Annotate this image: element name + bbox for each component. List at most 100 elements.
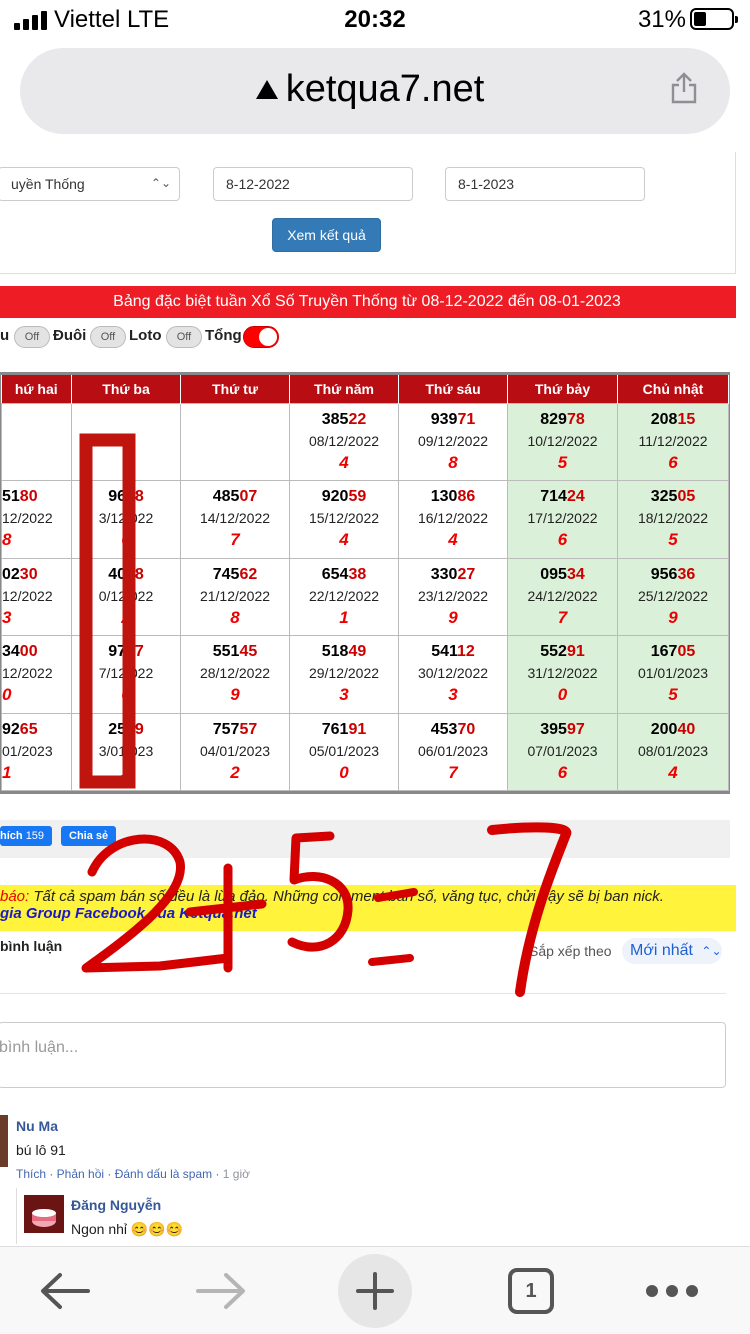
like-button[interactable]: hích 159	[0, 826, 53, 846]
share-icon[interactable]	[670, 72, 698, 104]
result-date: 11/12/2022	[638, 432, 708, 449]
header-wednesday: Thứ tư	[180, 375, 290, 403]
result-cell: 09534 24/12/2022 7	[507, 557, 618, 636]
comment-action-links[interactable]: Thích · Phản hồi · Đánh dấu là spam ·	[16, 1167, 223, 1181]
result-date: 3/01 023	[98, 742, 154, 759]
number-head: 92	[2, 720, 20, 738]
result-number: 55145	[181, 642, 289, 662]
avatar[interactable]	[0, 1115, 8, 1167]
toggle-dau[interactable]: Off	[14, 326, 50, 348]
toggle-duoi[interactable]: Off	[90, 326, 126, 348]
result-date: 01/2023	[2, 742, 53, 759]
result-cell: 55291 31/12/2022 0	[507, 635, 618, 714]
tabs-button[interactable]: 1	[508, 1268, 554, 1314]
result-date: 05/01/2023	[308, 742, 380, 759]
notice-prefix: báo:	[0, 888, 30, 905]
result-number: 9777	[72, 642, 180, 662]
plus-icon	[356, 1272, 394, 1310]
table-row: 38522 08/12/2022 4 93971 09/12/2022 8 82978 10/…	[1, 402, 729, 481]
number-tail: 71	[457, 410, 476, 428]
result-sum: 7	[230, 530, 240, 550]
like-count: 159	[25, 830, 45, 842]
number-head: 167	[650, 643, 678, 661]
number-tail: 62	[239, 565, 258, 583]
result-date: 18/12/2022	[637, 510, 709, 527]
result-number: 74562	[181, 565, 289, 585]
number-tail: 97	[566, 720, 585, 738]
comment-count: bình luận	[0, 938, 63, 954]
result-sum: 3	[448, 685, 458, 705]
header-sunday: Chủ nhật	[617, 375, 729, 403]
sort-select[interactable]: Mới nhất ⌃⌄	[622, 938, 722, 964]
result-sum: 9	[668, 607, 678, 627]
result-cell: 3400 12/2022 0	[1, 635, 72, 714]
result-date: 04/01/2023	[199, 742, 271, 759]
number-head: 095	[540, 565, 567, 583]
number-tail: 05	[677, 643, 696, 661]
number-tail: 05	[677, 488, 696, 506]
result-number: 51849	[290, 642, 398, 662]
number-head: 939	[430, 410, 458, 428]
battery-icon	[690, 8, 738, 30]
back-arrow-icon[interactable]	[38, 1271, 92, 1311]
result-sum: 8	[230, 607, 240, 627]
toggle-tong[interactable]	[243, 326, 279, 348]
result-number: 5180	[2, 487, 71, 507]
toggle-label-tong: Tổng	[205, 327, 242, 344]
header-thursday: Thứ năm	[289, 375, 399, 403]
result-number: 9668	[72, 487, 180, 507]
new-tab-button[interactable]	[338, 1254, 412, 1328]
more-icon[interactable]	[644, 1281, 700, 1301]
number-tail: 8	[134, 488, 144, 506]
result-date: 24/12/2022	[527, 587, 598, 604]
to-date-input[interactable]: 8-1-2023	[445, 167, 645, 201]
address-bar[interactable]: ketqua7.net	[20, 48, 730, 134]
toggle-row: u Off Đuôi Off Loto Off Tổng	[0, 322, 750, 352]
result-number: 82978	[508, 410, 617, 430]
lottery-type-select[interactable]: uyền Thống ⌃⌄	[0, 167, 180, 201]
number-tail: 45	[239, 643, 258, 661]
notice-message: Tất cả spam bán số đều là lừa đảo. Những…	[29, 888, 664, 905]
result-sum: 6	[557, 530, 568, 550]
results-table: hứ hai Thứ ba Thứ tư Thứ năm Thứ sáu Thứ…	[1, 375, 729, 791]
result-cell: 51849 29/12/2022 3	[289, 635, 399, 714]
view-results-button[interactable]: Xem kết quả	[272, 218, 381, 252]
comment-input[interactable]: bình luận...	[0, 1022, 726, 1088]
comment-time: 1 giờ	[222, 1167, 250, 1181]
result-date: 31/12/2022	[527, 665, 598, 682]
number-head: 714	[540, 488, 567, 506]
result-date: 01/01/2023	[637, 665, 709, 682]
result-sum: 0	[339, 762, 349, 782]
facebook-group-link[interactable]: gia Group Facebook của Ketqua.net	[0, 905, 736, 922]
result-date: 08/12/2022	[308, 432, 380, 449]
social-bar: hích 159 Chia sẻ	[0, 820, 730, 858]
toggle-loto[interactable]: Off	[166, 326, 202, 348]
header-monday: hứ hai	[1, 375, 72, 403]
result-date: 12/2022	[2, 665, 53, 682]
header-friday: Thứ sáu	[398, 375, 508, 403]
comment-author[interactable]: Nu Ma	[16, 1118, 58, 1134]
avatar[interactable]	[24, 1195, 64, 1233]
result-date: 0/12 022	[98, 587, 154, 604]
table-row: 5180 12/2022 8 9668 3/12 022 6 48507 14/12/2022…	[1, 480, 729, 559]
toggle-label-loto: Loto	[129, 327, 162, 344]
share-button[interactable]: Chia sẻ	[61, 826, 117, 846]
comment-actions[interactable]: Thích · Phản hồi · Đánh dấu là spam · 1 …	[16, 1167, 250, 1181]
number-head: 745	[212, 565, 240, 583]
result-number: 75757	[181, 720, 289, 740]
result-cell: 54112 30/12/2022 3	[398, 635, 508, 714]
result-sum: 6	[557, 762, 568, 782]
reply-text: Ngon nhỉ 😊😊😊	[71, 1221, 184, 1237]
number-tail: 24	[566, 488, 585, 506]
result-sum: 7	[448, 762, 458, 782]
result-number: 20040	[618, 720, 728, 740]
from-date-input[interactable]: 8-12-2022	[213, 167, 413, 201]
result-number: 55291	[508, 642, 617, 662]
table-row: 3400 12/2022 0 9777 7/12 022 6 55145 28/12/2022…	[1, 635, 729, 714]
forward-arrow-icon[interactable]	[194, 1271, 248, 1311]
reply-author[interactable]: Đăng Nguyễn	[71, 1197, 161, 1213]
number-head: 385	[321, 410, 349, 428]
chevron-updown-icon: ⌃⌄	[150, 176, 171, 190]
result-sum: 3	[121, 762, 131, 782]
result-cell: 74562 21/12/2022 8	[180, 557, 290, 636]
